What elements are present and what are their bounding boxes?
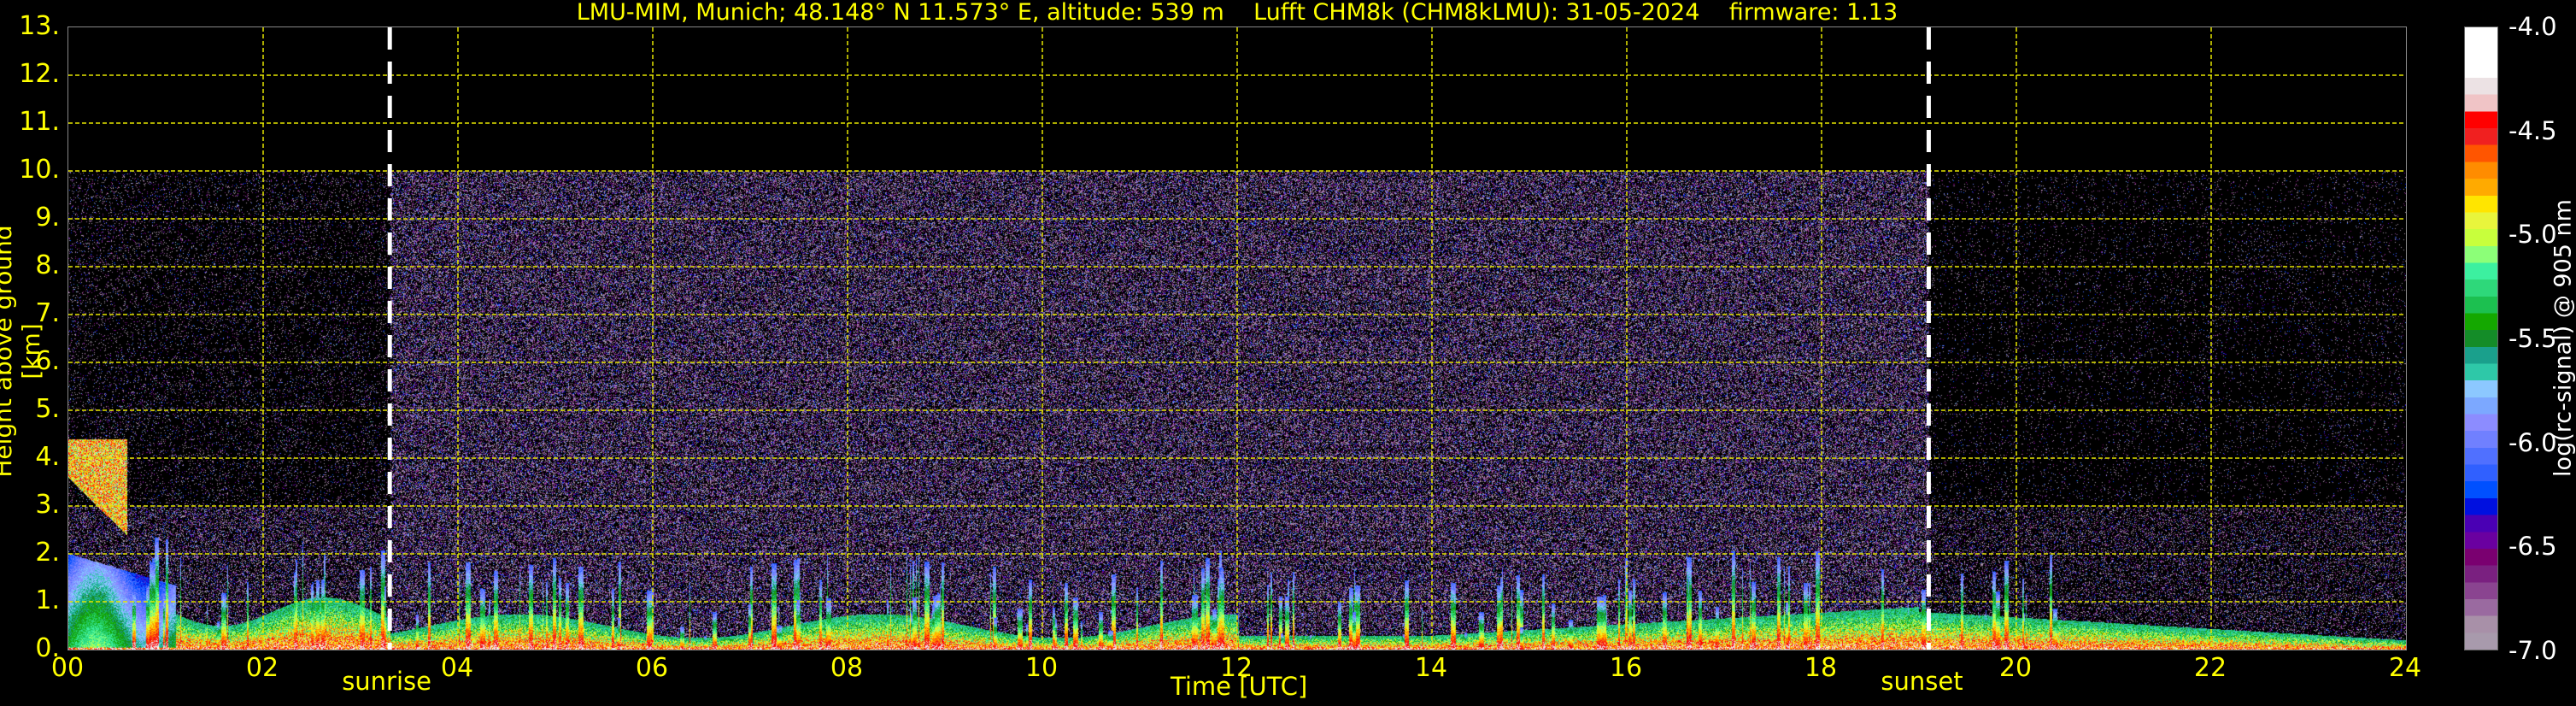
y-axis-label: Height above ground [km] — [0, 225, 45, 478]
plot-area — [67, 26, 2407, 650]
x-tick-label: 02 — [245, 653, 279, 683]
sunset-label: sunset — [1881, 667, 1963, 696]
x-tick-label: 10 — [1024, 653, 1059, 683]
colorbar-tick-label: -7.0 — [2509, 636, 2557, 665]
y-tick-label: 10. — [19, 155, 60, 185]
x-tick-label: 06 — [635, 653, 669, 683]
sunrise-label: sunrise — [342, 667, 431, 696]
colorbar-tick-label: -4.5 — [2509, 115, 2557, 145]
y-tick-label: 2. — [35, 538, 60, 568]
y-tick-label: 13. — [19, 11, 60, 41]
x-tick-label: 18 — [1804, 653, 1838, 683]
y-tick-label: 11. — [19, 107, 60, 137]
y-tick-label: 12. — [19, 59, 60, 89]
colorbar-tick-label: -6.5 — [2509, 532, 2557, 562]
x-tick-label: 08 — [830, 653, 864, 683]
colorbar-label: log(rc-signal) @ 905 nm — [2550, 199, 2576, 477]
grid-and-markers — [68, 27, 2406, 650]
x-tick-label: 20 — [1998, 653, 2033, 683]
x-tick-label: 00 — [50, 653, 85, 683]
x-tick-label: 22 — [2193, 653, 2227, 683]
colorbar-tick-label: -4.0 — [2509, 12, 2557, 41]
chart-title: LMU-MIM, Munich; 48.148° N 11.573° E, al… — [576, 0, 1898, 26]
x-tick-label: 04 — [440, 653, 474, 683]
x-tick-label: 14 — [1414, 653, 1448, 683]
colorbar — [2464, 26, 2498, 650]
x-tick-label: 16 — [1609, 653, 1643, 683]
x-axis-label: Time [UTC] — [1171, 672, 1308, 701]
x-tick-label: 24 — [2388, 653, 2422, 683]
y-tick-label: 1. — [35, 585, 60, 615]
